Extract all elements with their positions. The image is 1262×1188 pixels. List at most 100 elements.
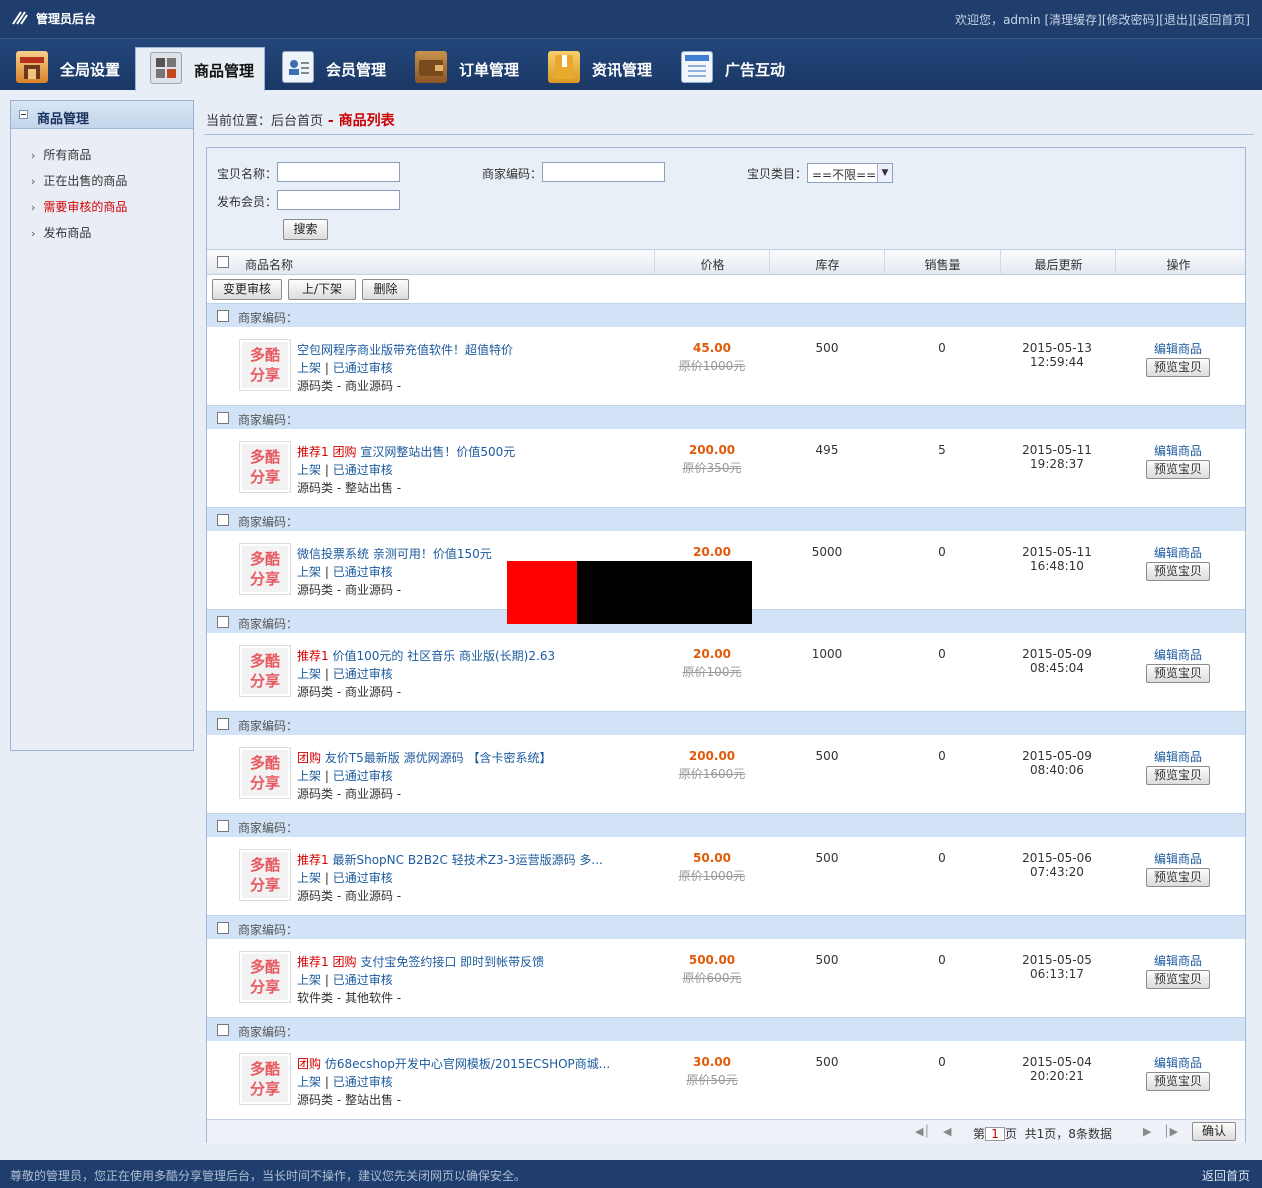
edit-product-link[interactable]: 编辑商品 (1117, 1054, 1239, 1071)
sidebar-item-on-sale[interactable]: › 正在出售的商品 (31, 172, 127, 189)
edit-product-link[interactable]: 编辑商品 (1117, 340, 1239, 357)
category-select[interactable]: ==不限== ▼ (807, 163, 893, 183)
sidebar-item-all-goods[interactable]: › 所有商品 (31, 146, 91, 163)
first-page-icon[interactable]: ◀│ (915, 1125, 930, 1138)
row-checkbox[interactable] (217, 718, 229, 730)
confirm-button[interactable]: 确认 (1192, 1122, 1236, 1141)
row-checkbox[interactable] (217, 922, 229, 934)
select-all-checkbox[interactable] (217, 256, 229, 268)
preview-button[interactable]: 预览宝贝 (1146, 1072, 1210, 1091)
name-input[interactable] (277, 162, 400, 182)
product-thumbnail[interactable]: 多酷 分享 (239, 645, 291, 697)
edit-product-link[interactable]: 编辑商品 (1117, 646, 1239, 663)
product-title: 微信投票系统 亲测可用！价值150元 (297, 545, 492, 562)
thumb-text: 多酷 (249, 652, 280, 670)
product-thumbnail[interactable]: 多酷 分享 (239, 339, 291, 391)
product-stock: 5000 (811, 545, 843, 559)
delete-button[interactable]: 删除 (362, 279, 409, 300)
brand-title: 管理员后台 (36, 12, 97, 26)
page-prefix: 第 (973, 1127, 986, 1141)
col-price: 价格 (700, 258, 725, 272)
thumb-text: 多酷 (249, 958, 280, 976)
ad-icon (681, 51, 713, 83)
member-input[interactable] (277, 190, 400, 210)
product-stock: 500 (815, 749, 839, 763)
code-label: 商家编码： (482, 167, 543, 181)
sidebar-header[interactable]: 商品管理 (11, 101, 193, 129)
sidebar-item-needs-review[interactable]: › 需要审核的商品 (31, 198, 127, 215)
row-checkbox[interactable] (217, 616, 229, 628)
row-checkbox[interactable] (217, 412, 229, 424)
prev-page-icon[interactable]: ◀ (943, 1125, 951, 1138)
collapse-icon[interactable] (19, 110, 28, 119)
edit-product-link[interactable]: 编辑商品 (1117, 850, 1239, 867)
product-thumbnail[interactable]: 多酷 分享 (239, 849, 291, 901)
preview-button[interactable]: 预览宝贝 (1146, 358, 1210, 377)
original-price: 原价600元 (682, 971, 742, 985)
product-thumbnail[interactable]: 多酷 分享 (239, 1053, 291, 1105)
brand-icon (12, 11, 28, 25)
preview-button[interactable]: 预览宝贝 (1146, 970, 1210, 989)
logout-link[interactable]: [退出] (1159, 13, 1192, 27)
product-updated: 2015-05-05 06:13:17 (1002, 953, 1112, 981)
return-home-link[interactable]: [返回首页] (1193, 13, 1250, 27)
sidebar-item-publish[interactable]: › 发布商品 (31, 224, 91, 241)
product-thumbnail[interactable]: 多酷 分享 (239, 543, 291, 595)
product-thumbnail[interactable]: 多酷 分享 (239, 951, 291, 1003)
tag-label: 推荐1 (297, 955, 329, 969)
edit-product-link[interactable]: 编辑商品 (1117, 544, 1239, 561)
code-input[interactable] (542, 162, 665, 182)
product-price: 20.00 (693, 647, 731, 661)
row-checkbox[interactable] (217, 310, 229, 322)
last-page-icon[interactable]: │▶ (1163, 1125, 1178, 1138)
product-thumbnail[interactable]: 多酷 分享 (239, 747, 291, 799)
change-review-button[interactable]: 变更审核 (212, 279, 282, 300)
updated-date: 2015-05-09 (1022, 749, 1092, 763)
product-name-link[interactable]: 友价T5最新版 源优网源码 【含卡密系统】 (325, 751, 552, 765)
page-number-input[interactable]: 1 (985, 1127, 1006, 1141)
row-checkbox[interactable] (217, 1024, 229, 1036)
product-name-link[interactable]: 宣汉网整站出售！价值500元 (360, 445, 515, 459)
product-name-link[interactable]: 微信投票系统 亲测可用！价值150元 (297, 547, 492, 561)
tab-ad-interaction[interactable]: 广告互动 (681, 47, 799, 91)
product-name-link[interactable]: 支付宝免签约接口 即时到帐带反馈 (360, 955, 544, 969)
product-name-link[interactable]: 价值100元的 社区音乐 商业版(长期)2.63 (332, 649, 555, 663)
product-stock: 500 (815, 1055, 839, 1069)
order-icon (415, 51, 447, 83)
tab-news-management[interactable]: 资讯管理 (548, 47, 666, 91)
product-thumbnail[interactable]: 多酷 分享 (239, 441, 291, 493)
clear-cache-link[interactable]: [清理缓存] (1045, 13, 1102, 27)
product-name-link[interactable]: 最新ShopNC B2B2C 轻技术Z3-3运营版源码 多... (332, 853, 602, 867)
tab-global-settings[interactable]: 全局设置 (16, 47, 134, 91)
preview-button[interactable]: 预览宝贝 (1146, 868, 1210, 887)
edit-product-link[interactable]: 编辑商品 (1117, 442, 1239, 459)
updated-date: 2015-05-11 (1022, 545, 1092, 559)
chevron-down-icon: ▼ (877, 164, 892, 182)
footer-home-link[interactable]: 返回首页 (1202, 1167, 1250, 1184)
preview-button[interactable]: 预览宝贝 (1146, 664, 1210, 683)
row-checkbox[interactable] (217, 514, 229, 526)
preview-button[interactable]: 预览宝贝 (1146, 460, 1210, 479)
merchant-code-label: 商家编码： (238, 515, 299, 529)
status-approved: 已通过审核 (332, 973, 393, 987)
col-stock: 库存 (815, 258, 840, 272)
next-page-icon[interactable]: ▶ (1143, 1125, 1151, 1138)
search-button[interactable]: 搜索 (283, 219, 328, 240)
edit-product-link[interactable]: 编辑商品 (1117, 952, 1239, 969)
thumb-text: 分享 (249, 1080, 280, 1098)
change-password-link[interactable]: [修改密码] (1102, 13, 1159, 27)
tab-order-management[interactable]: 订单管理 (415, 47, 533, 91)
status-on-shelf: 上架 (297, 973, 322, 987)
product-name-link[interactable]: 仿68ecshop开发中心官网模板/2015ECSHOP商城... (325, 1057, 610, 1071)
product-sold: 0 (938, 851, 946, 865)
row-checkbox[interactable] (217, 820, 229, 832)
edit-product-link[interactable]: 编辑商品 (1117, 748, 1239, 765)
tab-goods-management[interactable]: 商品管理 (135, 47, 265, 91)
preview-button[interactable]: 预览宝贝 (1146, 766, 1210, 785)
tab-member-management[interactable]: 会员管理 (282, 47, 400, 91)
product-sold: 0 (938, 545, 946, 559)
preview-button[interactable]: 预览宝贝 (1146, 562, 1210, 581)
product-name-link[interactable]: 空包网程序商业版带充值软件！超值特价 (297, 343, 513, 357)
toggle-shelf-button[interactable]: 上/下架 (288, 279, 356, 300)
breadcrumb-home-link[interactable]: 后台首页 (271, 114, 323, 129)
